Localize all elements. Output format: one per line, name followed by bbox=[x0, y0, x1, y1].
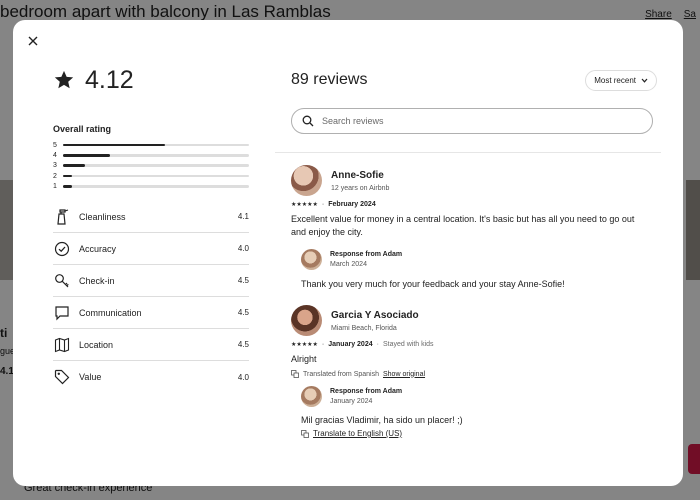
category-value: 4.5 bbox=[237, 340, 249, 350]
review-stars: ★★★★★ bbox=[291, 202, 318, 208]
close-icon bbox=[28, 36, 38, 46]
response-text: Thank you very much for your feedback an… bbox=[301, 279, 565, 289]
avatar[interactable] bbox=[291, 165, 322, 196]
category-row: Value 4.0 bbox=[53, 361, 249, 393]
category-value: 4.1 bbox=[237, 212, 249, 222]
key-icon bbox=[53, 272, 71, 290]
star-level: 3 bbox=[53, 162, 57, 170]
response-date: January 2024 bbox=[330, 398, 373, 405]
category-label: Check-in bbox=[79, 275, 115, 286]
rating-summary: 4.12 Overall rating 5 4 3 2 1 Cleanliness 4.1… bbox=[53, 66, 249, 393]
map-icon bbox=[53, 336, 71, 354]
response-date: March 2024 bbox=[330, 261, 367, 268]
rating-bar-track bbox=[63, 154, 249, 157]
review-item: Garcia Y Asociado Miami Beach, Florida ★… bbox=[291, 305, 661, 438]
rating-bar-row: 3 bbox=[53, 161, 249, 171]
reviews-modal: 4.12 Overall rating 5 4 3 2 1 Cleanliness 4.1… bbox=[13, 20, 683, 486]
rating-bar-fill bbox=[63, 143, 166, 147]
translation-notice: Translated from Spanish Show original bbox=[291, 370, 661, 378]
star-level: 4 bbox=[53, 151, 57, 159]
overall-rating-label: Overall rating bbox=[53, 124, 112, 134]
search-bar[interactable] bbox=[291, 108, 653, 134]
review-text: Excellent value for money in a central l… bbox=[291, 214, 635, 237]
rating-bar-track bbox=[63, 164, 249, 167]
stay-type: Stayed with kids bbox=[382, 341, 434, 348]
chat-bubble-icon bbox=[53, 304, 71, 322]
sort-label: Most recent bbox=[594, 75, 636, 85]
reviewer-subtitle: Miami Beach, Florida bbox=[331, 324, 397, 332]
spray-bottle-icon bbox=[53, 208, 71, 226]
host-response: Response from Adam March 2024 Thank you … bbox=[301, 249, 661, 289]
rating-bar-track bbox=[63, 185, 249, 188]
sort-dropdown[interactable]: Most recent bbox=[585, 69, 657, 91]
reviewer-name: Anne-Sofie bbox=[331, 169, 384, 181]
category-value: 4.0 bbox=[237, 372, 249, 382]
star-icon bbox=[54, 70, 74, 89]
reviewer-name: Garcia Y Asociado bbox=[331, 309, 419, 321]
rating-bar-row: 5 bbox=[53, 140, 249, 150]
translated-label: Translated from Spanish bbox=[303, 370, 379, 378]
search-input[interactable] bbox=[322, 116, 622, 126]
category-row: Location 4.5 bbox=[53, 329, 249, 362]
overall-score: 4.12 bbox=[53, 66, 249, 94]
category-label: Location bbox=[79, 339, 114, 350]
rating-bar-fill bbox=[63, 164, 86, 167]
category-label: Cleanliness bbox=[79, 211, 126, 222]
category-row: Cleanliness 4.1 bbox=[53, 201, 249, 234]
rating-bar-track bbox=[63, 174, 249, 178]
rating-bar-row: 1 bbox=[53, 181, 249, 191]
rating-bar-row: 4 bbox=[53, 150, 249, 160]
response-text: Mil gracias Vladimir, ha sido un placer!… bbox=[301, 415, 463, 425]
rating-value: 4.12 bbox=[85, 65, 134, 94]
star-level: 2 bbox=[53, 172, 57, 180]
category-row: Accuracy 4.0 bbox=[53, 233, 249, 266]
host-avatar[interactable] bbox=[301, 386, 322, 407]
category-row: Check-in 4.5 bbox=[53, 265, 249, 298]
rating-bar-row: 2 bbox=[53, 171, 249, 181]
check-circle-icon bbox=[53, 240, 71, 258]
host-response: Response from Adam January 2024 Mil grac… bbox=[301, 386, 661, 438]
search-icon bbox=[302, 115, 314, 127]
translate-notice: Translate to English (US) bbox=[301, 429, 661, 438]
tag-icon bbox=[53, 368, 71, 386]
host-avatar[interactable] bbox=[301, 249, 322, 270]
star-level: 5 bbox=[53, 141, 57, 149]
category-value: 4.5 bbox=[237, 276, 249, 286]
category-value: 4.5 bbox=[237, 308, 249, 318]
reviewer-subtitle: 12 years on Airbnb bbox=[331, 184, 390, 192]
rating-bar-track bbox=[63, 143, 249, 147]
translate-link[interactable]: Translate to English (US) bbox=[313, 429, 402, 438]
star-level: 1 bbox=[53, 182, 57, 190]
rating-bar-fill bbox=[63, 174, 73, 178]
reviews-panel: 89 reviews Most recent Anne-Sofie 12 yea… bbox=[275, 66, 661, 438]
rating-bar-fill bbox=[63, 154, 110, 157]
reviews-count: 89 reviews bbox=[291, 71, 368, 88]
category-value: 4.0 bbox=[237, 244, 249, 254]
response-from: Response from Adam bbox=[330, 251, 403, 258]
chevron-down-icon bbox=[641, 78, 648, 83]
category-row: Communication 4.5 bbox=[53, 297, 249, 330]
category-label: Communication bbox=[79, 307, 142, 318]
review-item: Anne-Sofie 12 years on Airbnb ★★★★★ · Fe… bbox=[291, 165, 661, 289]
category-label: Accuracy bbox=[79, 243, 117, 254]
review-stars: ★★★★★ bbox=[291, 342, 318, 348]
category-label: Value bbox=[79, 372, 102, 383]
rating-bar-fill bbox=[63, 185, 73, 188]
rating-distribution: 5 4 3 2 1 bbox=[53, 140, 249, 191]
category-ratings: Cleanliness 4.1 Accuracy 4.0 Check-in 4.5 Comm… bbox=[53, 201, 249, 393]
close-button[interactable] bbox=[25, 34, 41, 50]
avatar[interactable] bbox=[291, 305, 322, 336]
review-date: February 2024 bbox=[328, 201, 376, 208]
translate-icon bbox=[301, 429, 309, 438]
translate-icon bbox=[291, 370, 299, 378]
review-date: January 2024 bbox=[328, 341, 373, 348]
show-original-link[interactable]: Show original bbox=[383, 371, 425, 378]
divider bbox=[275, 152, 661, 153]
review-text: Alright bbox=[291, 354, 317, 364]
response-from: Response from Adam bbox=[330, 388, 403, 395]
